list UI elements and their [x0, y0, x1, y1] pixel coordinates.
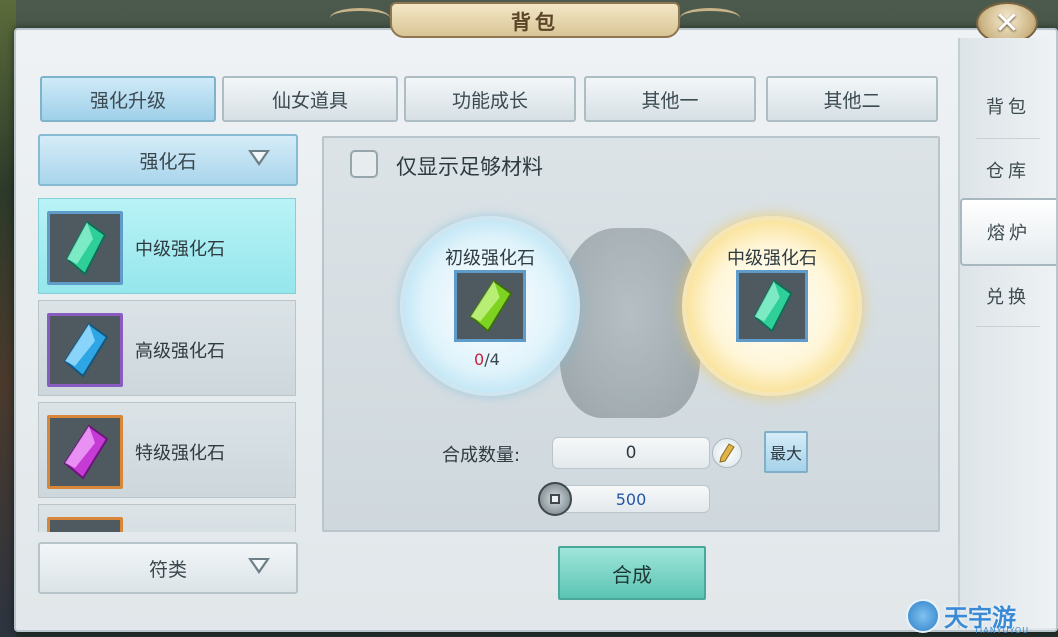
- tab-other-one[interactable]: 其他一: [584, 76, 756, 122]
- tab-enhance-upgrade[interactable]: 强化升级: [40, 76, 216, 122]
- item-name: 高级强化石: [135, 341, 225, 362]
- quantity-label: 合成数量:: [442, 445, 521, 466]
- max-quantity-button[interactable]: 最大: [764, 431, 808, 473]
- tab-other-two[interactable]: 其他二: [766, 76, 938, 122]
- tab-growth[interactable]: 功能成长: [404, 76, 576, 122]
- green-crystal-icon: [753, 279, 793, 333]
- side-tab-bag[interactable]: 背包: [960, 76, 1056, 136]
- list-item-partial[interactable]: [38, 504, 296, 532]
- item-list[interactable]: 中级强化石 高级强化石 特级强化石: [38, 196, 298, 532]
- tab-fairy-items[interactable]: 仙女道具: [222, 76, 398, 122]
- purple-crystal-icon: [63, 424, 109, 480]
- item-name: 特级强化石: [135, 443, 225, 464]
- item-slot: [47, 517, 123, 532]
- chevron-down-icon: [248, 558, 270, 574]
- item-slot: [47, 211, 123, 285]
- close-icon: ✕: [994, 5, 1020, 41]
- result-material-name: 中级强化石: [727, 248, 817, 269]
- show-enough-label: 仅显示足够材料: [396, 155, 543, 179]
- talisman-dropdown[interactable]: 符类: [38, 542, 298, 594]
- need-count: 4: [489, 350, 500, 369]
- side-tab-furnace[interactable]: 熔炉: [960, 198, 1056, 266]
- item-slot: [47, 415, 123, 489]
- item-slot: [47, 313, 123, 387]
- have-count: 0: [474, 350, 485, 369]
- list-item-high-stone[interactable]: 高级强化石: [38, 300, 296, 396]
- window-title: 背包: [390, 2, 680, 38]
- chevron-down-icon: [248, 150, 270, 166]
- title-ornament-left: [330, 8, 390, 28]
- side-tab-warehouse[interactable]: 仓库: [960, 140, 1056, 200]
- green-crystal-icon: [65, 220, 107, 276]
- blue-crystal-icon: [63, 322, 109, 378]
- side-tab-exchange[interactable]: 兑换: [960, 266, 1056, 326]
- show-enough-checkbox[interactable]: [350, 150, 378, 178]
- category-dropdown[interactable]: 强化石: [38, 134, 298, 186]
- source-material-slot[interactable]: [454, 270, 526, 342]
- result-material-slot[interactable]: [736, 270, 808, 342]
- title-ornament-right: [680, 8, 740, 28]
- furnace-jar-image: [560, 228, 700, 418]
- item-name: 中级强化石: [135, 239, 225, 260]
- list-item-mid-stone[interactable]: 中级强化石: [38, 198, 296, 294]
- coin-icon: [538, 482, 572, 516]
- lime-crystal-icon: [469, 279, 513, 333]
- quantity-input[interactable]: 0: [552, 437, 710, 469]
- source-material-count: 0/4: [474, 350, 500, 369]
- side-divider: [976, 326, 1040, 327]
- category-dropdown-label: 强化石: [139, 150, 197, 173]
- edit-quantity-button[interactable]: [712, 438, 742, 468]
- cost-field: 500: [552, 485, 710, 513]
- pencil-icon: [719, 443, 735, 463]
- source-material-name: 初级强化石: [445, 248, 535, 269]
- talisman-dropdown-label: 符类: [148, 558, 187, 581]
- watermark-subtext: TIANYUYOU: [974, 626, 1030, 635]
- list-item-special-stone[interactable]: 特级强化石: [38, 402, 296, 498]
- synthesize-button[interactable]: 合成: [558, 546, 706, 600]
- watermark-logo-icon: [906, 598, 940, 633]
- side-divider: [976, 138, 1040, 139]
